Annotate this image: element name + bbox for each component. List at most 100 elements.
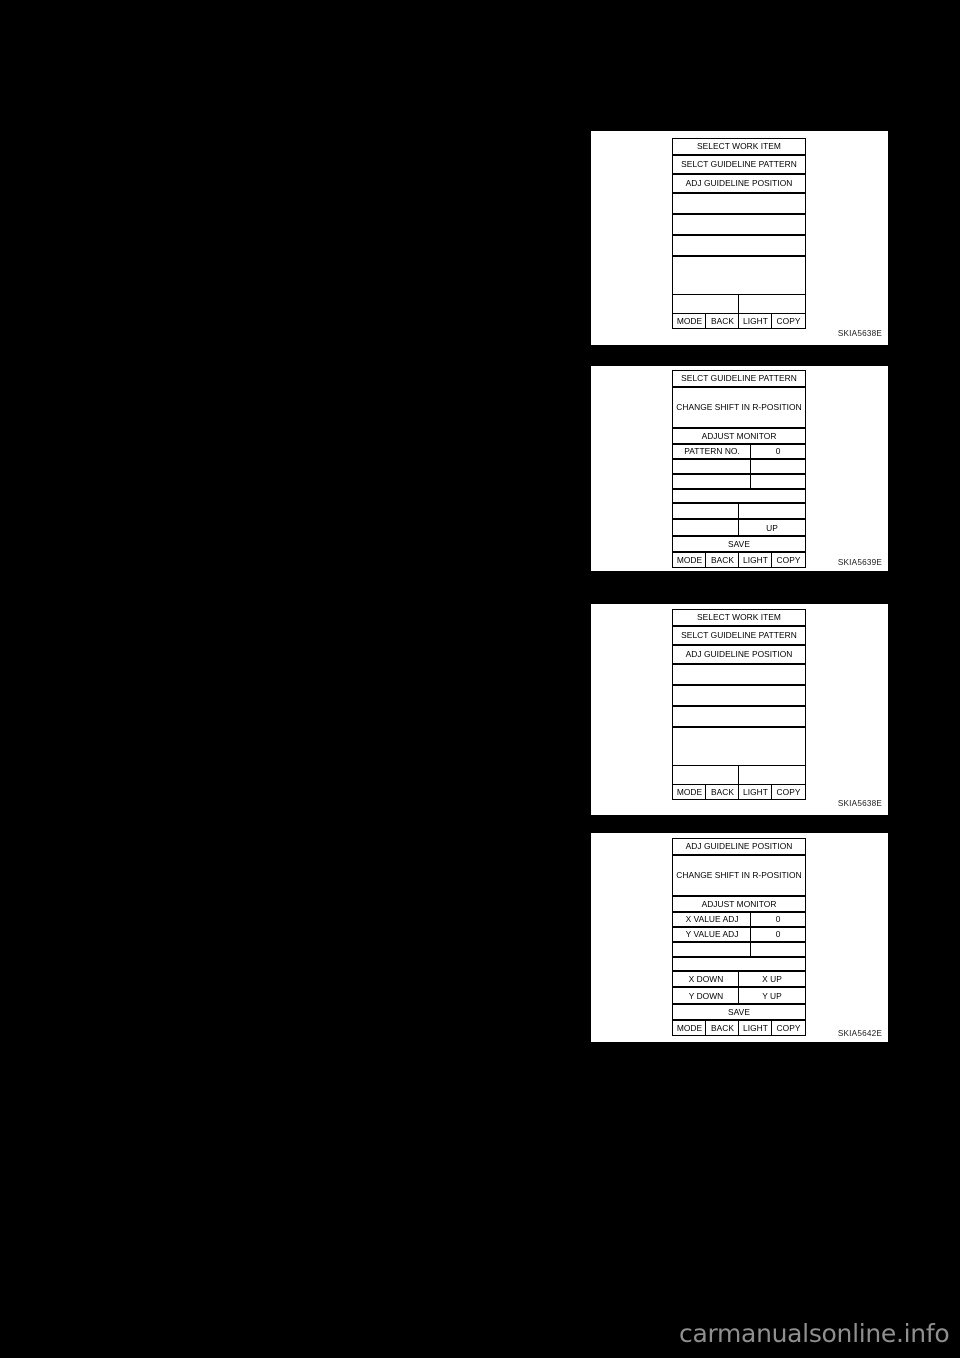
figure-bottom-rule bbox=[591, 818, 888, 821]
figure-bottom-rule bbox=[591, 1045, 888, 1049]
work-item-row-3[interactable] bbox=[672, 664, 806, 685]
control-right-1[interactable]: X UP bbox=[738, 971, 805, 987]
control-row-1: X DOWN X UP bbox=[672, 970, 806, 988]
softkey-mode[interactable]: MODE bbox=[673, 553, 706, 567]
monitor-row-3 bbox=[672, 473, 806, 489]
screen-spacer-row bbox=[672, 488, 806, 503]
work-item-row-1[interactable]: SELCT GUIDELINE PATTERN bbox=[672, 626, 806, 645]
work-item-row-2[interactable]: ADJ GUIDELINE POSITION bbox=[672, 645, 806, 664]
screen-title-row: SELCT GUIDELINE PATTERN bbox=[672, 370, 806, 387]
screen-title: SELECT WORK ITEM bbox=[697, 141, 781, 152]
screen-spacer-row bbox=[672, 747, 806, 766]
screen-spacer-cell bbox=[673, 747, 805, 765]
screen-control-right[interactable] bbox=[738, 766, 805, 784]
screen-spacer-row bbox=[672, 956, 806, 971]
work-item-row-5[interactable] bbox=[672, 706, 806, 727]
monitor-screen-3: SELECT WORK ITEM SELCT GUIDELINE PATTERN… bbox=[672, 609, 806, 808]
save-row[interactable]: SAVE bbox=[672, 1004, 806, 1021]
control-right-2[interactable]: Y UP bbox=[738, 988, 805, 1004]
figure-panel-3: SELECT WORK ITEM SELCT GUIDELINE PATTERN… bbox=[591, 601, 888, 821]
softkey-light[interactable]: LIGHT bbox=[738, 314, 772, 328]
work-item-row-4[interactable] bbox=[672, 685, 806, 706]
work-item-row-6[interactable] bbox=[672, 727, 806, 748]
screen-spacer-row bbox=[672, 276, 806, 295]
softkey-copy[interactable]: COPY bbox=[771, 314, 805, 328]
work-item-row-3[interactable] bbox=[672, 193, 806, 214]
screen-control-row bbox=[672, 765, 806, 785]
adjust-monitor-header: ADJUST MONITOR bbox=[701, 431, 777, 442]
control-left-2[interactable]: Y DOWN bbox=[673, 988, 739, 1003]
monitor-screen-2: SELCT GUIDELINE PATTERN CHANGE SHIFT IN … bbox=[672, 370, 806, 568]
save-label: SAVE bbox=[728, 539, 750, 550]
monitor-row-3 bbox=[672, 941, 806, 957]
monitor-value-3 bbox=[750, 474, 805, 488]
softkey-row: MODE BACK LIGHT COPY bbox=[672, 1020, 806, 1036]
monitor-value-1: 0 bbox=[750, 913, 805, 927]
control-left-2[interactable] bbox=[673, 520, 739, 535]
control-right-2[interactable]: UP bbox=[738, 520, 805, 536]
control-row-2: UP bbox=[672, 519, 806, 537]
screen-title-row: ADJ GUIDELINE POSITION bbox=[672, 838, 806, 855]
monitor-label-2 bbox=[673, 460, 751, 473]
screen-message-row: CHANGE SHIFT IN R-POSITION bbox=[672, 386, 806, 429]
screen-title: SELECT WORK ITEM bbox=[697, 612, 781, 623]
monitor-value-1: 0 bbox=[750, 445, 805, 459]
work-item-row-6[interactable] bbox=[672, 256, 806, 277]
monitor-label-2: Y VALUE ADJ bbox=[685, 929, 739, 940]
figure-top-rule bbox=[591, 830, 888, 832]
control-row-1 bbox=[672, 502, 806, 520]
screen-title: SELCT GUIDELINE PATTERN bbox=[681, 373, 797, 384]
softkey-row: MODE BACK LIGHT COPY bbox=[672, 552, 806, 568]
monitor-value-3 bbox=[750, 942, 805, 956]
work-item-label-6 bbox=[673, 728, 805, 747]
work-item-row-2[interactable]: ADJ GUIDELINE POSITION bbox=[672, 174, 806, 193]
figure-bottom-rule bbox=[591, 347, 888, 350]
softkey-mode[interactable]: MODE bbox=[673, 785, 706, 799]
monitor-row-2: Y VALUE ADJ 0 bbox=[672, 927, 806, 942]
softkey-copy[interactable]: COPY bbox=[771, 1021, 805, 1035]
save-row[interactable]: SAVE bbox=[672, 536, 806, 553]
adjust-monitor-header-row: ADJUST MONITOR bbox=[672, 428, 806, 445]
monitor-label-1: X VALUE ADJ bbox=[685, 914, 739, 925]
screen-message: CHANGE SHIFT IN R-POSITION bbox=[676, 870, 802, 881]
softkey-back[interactable]: BACK bbox=[705, 314, 739, 328]
softkey-back[interactable]: BACK bbox=[705, 1021, 739, 1035]
work-item-label-4 bbox=[673, 215, 805, 234]
screen-spacer-cell bbox=[673, 276, 805, 294]
save-label: SAVE bbox=[728, 1007, 750, 1018]
softkey-row: MODE BACK LIGHT COPY bbox=[672, 784, 806, 800]
softkey-light[interactable]: LIGHT bbox=[738, 1021, 772, 1035]
monitor-label-3 bbox=[673, 475, 751, 488]
adjust-monitor-header: ADJUST MONITOR bbox=[701, 899, 777, 910]
figure-top-rule bbox=[591, 125, 888, 128]
work-item-label-1: SELCT GUIDELINE PATTERN bbox=[681, 159, 797, 170]
work-item-row-1[interactable]: SELCT GUIDELINE PATTERN bbox=[672, 155, 806, 174]
softkey-mode[interactable]: MODE bbox=[673, 1021, 706, 1035]
control-right-1[interactable] bbox=[738, 503, 805, 519]
work-item-label-2: ADJ GUIDELINE POSITION bbox=[685, 649, 793, 660]
control-left-1[interactable] bbox=[673, 504, 739, 519]
work-item-row-4[interactable] bbox=[672, 214, 806, 235]
softkey-copy[interactable]: COPY bbox=[771, 553, 805, 567]
screen-control-left[interactable] bbox=[673, 295, 739, 313]
work-item-label-5 bbox=[673, 236, 805, 255]
softkey-back[interactable]: BACK bbox=[705, 553, 739, 567]
screen-control-right[interactable] bbox=[738, 295, 805, 313]
work-item-label-6 bbox=[673, 257, 805, 276]
screen-spacer-cell bbox=[673, 490, 805, 502]
softkey-light[interactable]: LIGHT bbox=[738, 785, 772, 799]
monitor-label-1: PATTERN NO. bbox=[684, 446, 740, 457]
control-left-1[interactable]: X DOWN bbox=[673, 972, 739, 987]
monitor-row-2 bbox=[672, 459, 806, 474]
screen-control-left[interactable] bbox=[673, 766, 739, 784]
softkey-light[interactable]: LIGHT bbox=[738, 553, 772, 567]
softkey-copy[interactable]: COPY bbox=[771, 785, 805, 799]
screen-control-row bbox=[672, 294, 806, 314]
screen-title: ADJ GUIDELINE POSITION bbox=[685, 841, 793, 852]
softkey-mode[interactable]: MODE bbox=[673, 314, 706, 328]
softkey-back[interactable]: BACK bbox=[705, 785, 739, 799]
figure-code-4: SKIA5642E bbox=[837, 1029, 882, 1038]
work-item-label-5 bbox=[673, 707, 805, 726]
work-item-row-5[interactable] bbox=[672, 235, 806, 256]
figure-top-rule bbox=[591, 601, 888, 603]
